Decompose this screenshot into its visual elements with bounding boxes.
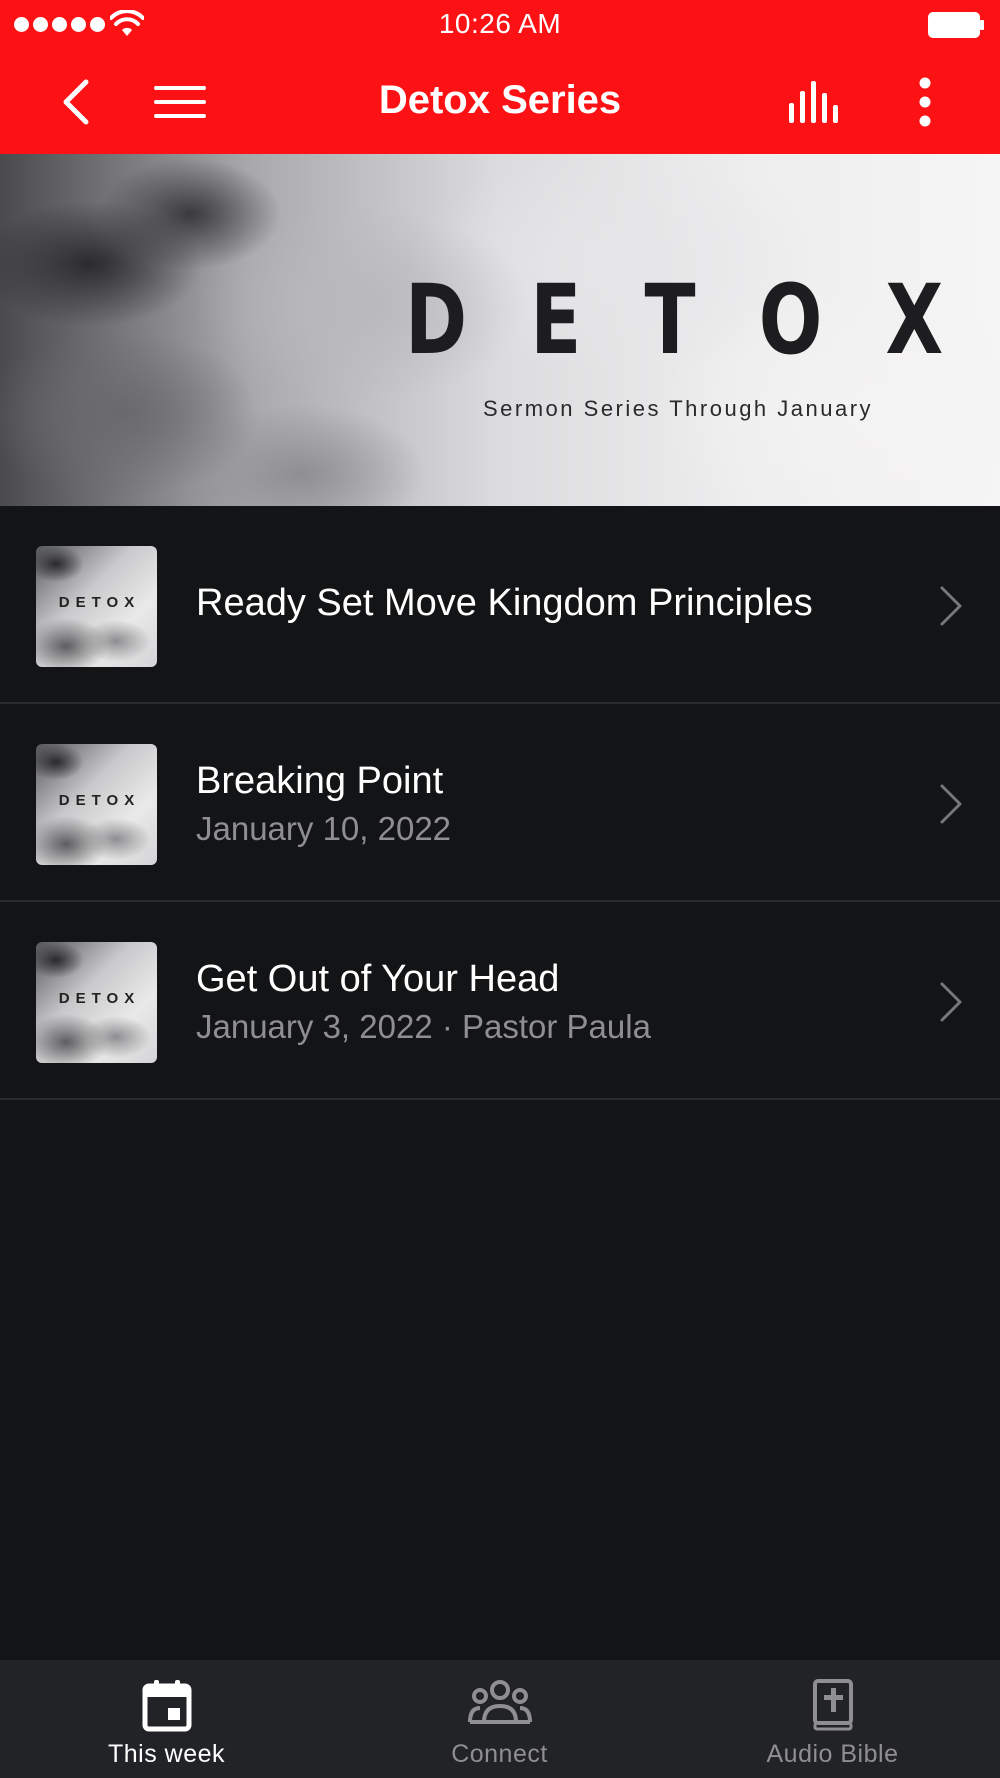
people-group-icon — [467, 1680, 532, 1724]
chevron-right-icon — [940, 784, 962, 824]
tab-audio-bible[interactable]: Audio Bible — [666, 1660, 999, 1778]
sermon-thumbnail: DETOX — [36, 546, 157, 667]
sermon-title: Ready Set Move Kingdom Principles — [196, 582, 813, 624]
tab-connect[interactable]: Connect — [333, 1660, 666, 1778]
sermon-thumbnail: DETOX — [36, 942, 157, 1063]
sermon-title: Breaking Point — [196, 760, 444, 802]
series-banner-image: D E T O X Sermon Series Through January — [0, 154, 1000, 506]
list-item[interactable]: DETOX Get Out of Your Head January 3, 20… — [0, 902, 1000, 1100]
sermon-subtitle: January 3, 2022 · Pastor Paula — [196, 1008, 651, 1045]
chevron-right-icon — [940, 586, 962, 626]
navigation-bar: Detox Series — [0, 50, 1000, 154]
calendar-icon — [142, 1680, 191, 1732]
tab-this-week[interactable]: This week — [0, 1660, 333, 1778]
sermon-subtitle: January 10, 2022 — [196, 810, 452, 847]
audio-player-button[interactable] — [780, 50, 852, 154]
status-bar: 10:26 AM — [0, 0, 1000, 50]
banner-title: D E T O X — [405, 264, 944, 376]
bible-book-icon — [812, 1679, 853, 1731]
tab-label: This week — [107, 1740, 226, 1768]
list-item[interactable]: DETOX Breaking Point January 10, 2022 — [0, 704, 1000, 902]
app-header: 10:26 AM Detox Series — [0, 0, 1000, 154]
status-time: 10:26 AM — [438, 8, 562, 39]
battery-icon — [928, 12, 984, 38]
equalizer-icon — [789, 81, 838, 123]
tab-label: Audio Bible — [766, 1740, 899, 1768]
banner-subtitle: Sermon Series Through January — [483, 396, 874, 421]
more-options-button[interactable] — [890, 50, 960, 154]
more-vertical-icon — [919, 77, 931, 127]
sermon-thumbnail: DETOX — [36, 744, 157, 865]
bottom-tab-bar: This week Connect Audio Bible — [0, 1660, 1000, 1778]
sermon-title: Get Out of Your Head — [196, 958, 560, 1000]
tab-label: Connect — [451, 1740, 548, 1768]
list-item[interactable]: DETOX Ready Set Move Kingdom Principles — [0, 506, 1000, 704]
sermon-list: DETOX Ready Set Move Kingdom Principles … — [0, 506, 1000, 1100]
chevron-right-icon — [940, 982, 962, 1022]
